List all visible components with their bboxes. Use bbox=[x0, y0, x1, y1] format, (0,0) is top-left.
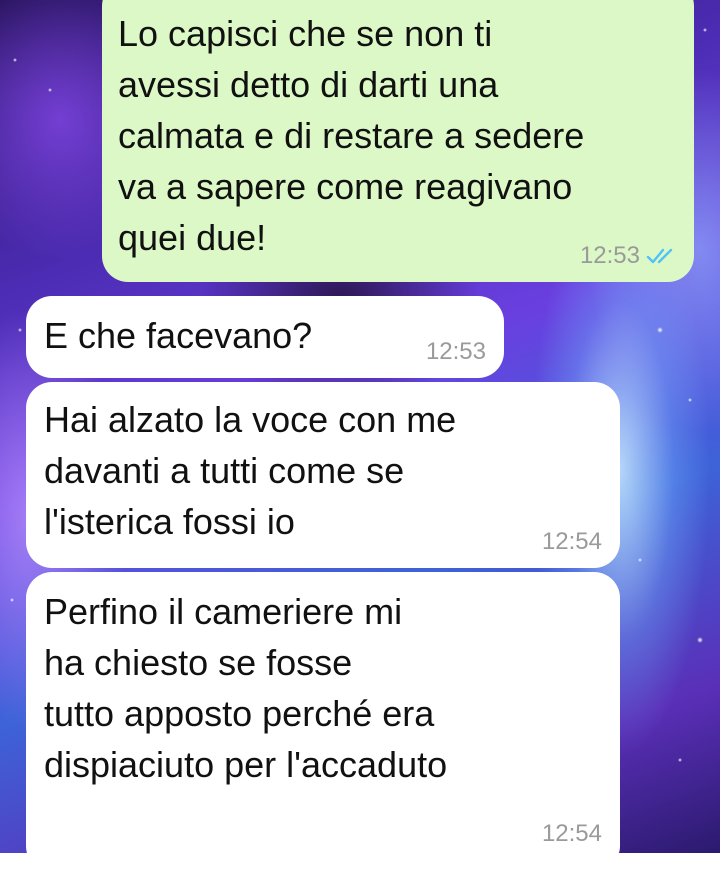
message-text: Lo capisci che se non ti avessi detto di… bbox=[118, 13, 585, 258]
message-meta: 12:53 bbox=[580, 242, 676, 270]
message-bubble-incoming[interactable]: E che facevano? 12:53 bbox=[26, 296, 504, 378]
message-bubble-incoming[interactable]: Hai alzato la voce con me davanti a tutt… bbox=[26, 382, 620, 568]
message-text: E che facevano? bbox=[44, 315, 313, 356]
message-timestamp: 12:54 bbox=[541, 820, 602, 847]
message-meta: 12:54 bbox=[542, 820, 602, 848]
message-timestamp: 12:54 bbox=[541, 528, 602, 555]
message-text: Hai alzato la voce con me davanti a tutt… bbox=[44, 399, 457, 542]
message-timestamp: 12:53 bbox=[425, 338, 486, 365]
message-timestamp: 12:53 bbox=[579, 242, 640, 269]
double-check-icon bbox=[646, 248, 673, 264]
message-meta: 12:53 bbox=[426, 338, 486, 366]
message-bubble-outgoing[interactable]: Lo capisci che se non ti avessi detto di… bbox=[102, 0, 694, 282]
message-meta: 12:54 bbox=[542, 528, 602, 556]
message-text: Perfino il cameriere mi ha chiesto se fo… bbox=[44, 591, 448, 785]
message-bubble-incoming[interactable]: Perfino il cameriere mi ha chiesto se fo… bbox=[26, 572, 620, 872]
